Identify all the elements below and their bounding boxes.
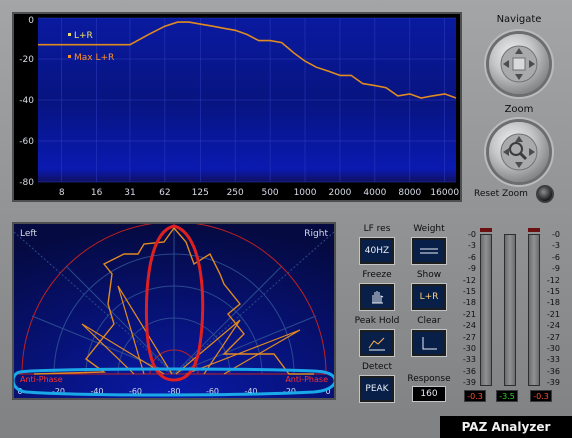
- spectrum-y-tick-label: -20: [19, 55, 34, 65]
- center-level-meter: [504, 234, 516, 386]
- spectrum-x-tick-label: 31: [124, 188, 135, 198]
- spectrum-x-tick-label: 16: [91, 188, 103, 198]
- spectrum-y-tick-label: 0: [28, 16, 34, 26]
- move-arrows-icon: [500, 45, 538, 83]
- phase-display[interactable]: Left Right Anti-Phase Anti-Phase 0 -20 -40…: [12, 222, 336, 400]
- meter-scale-tick: -0: [468, 230, 476, 239]
- lf-res-label: LF res: [363, 224, 391, 234]
- meters-panel: -0 -3 -6 -9 -12 -15 -18 -21 -24 -27 -30 -33 -36 -39 -…: [462, 222, 568, 408]
- zoom-label: Zoom: [504, 104, 534, 115]
- meter-scale-tick: -27: [462, 332, 476, 342]
- peak-hold-icon: [368, 337, 385, 351]
- show-label: Show: [416, 270, 442, 280]
- meter-scale-tick: -6: [552, 252, 560, 262]
- legend-max-lr-swatch: [68, 55, 71, 58]
- meter-scale-tick: -21: [462, 309, 476, 319]
- paz-analyzer-window: 0 -20 -40 -60 -80 8 16 31 62 125 250 500 1000 2000 40…: [0, 0, 572, 438]
- left-peak-readout: -0.3: [464, 390, 486, 402]
- spectrum-graph: 0 -20 -40 -60 -80 8 16 31 62 125 250 500 1000 2000 40…: [19, 16, 459, 198]
- spectrum-y-tick-label: -40: [19, 96, 34, 106]
- meter-scale-tick: -9: [468, 264, 476, 274]
- spectrum-x-tick-label: 16000: [430, 188, 459, 198]
- phase-right-label: Right: [304, 229, 328, 239]
- weight-button[interactable]: [412, 238, 446, 264]
- navigate-knob[interactable]: [489, 34, 549, 94]
- navigate-label: Navigate: [496, 14, 542, 25]
- right-peak-readout: -0.3: [530, 390, 552, 402]
- detect-label: Detect: [361, 362, 392, 372]
- spectrum-x-tick-label: 4000: [363, 188, 386, 198]
- legend-lr-swatch: [68, 33, 71, 36]
- meter-scale-tick: -24: [462, 321, 476, 331]
- reset-zoom-button[interactable]: [536, 185, 554, 203]
- spectrum-x-tick-label: 1000: [294, 188, 317, 198]
- clear-label: Clear: [417, 316, 441, 326]
- meter-scale-tick: -0: [552, 230, 560, 239]
- meter-scale-tick: -18: [546, 298, 560, 308]
- meter-scale-tick: -21: [546, 309, 560, 319]
- spectrum-x-tick-label: 500: [261, 188, 278, 198]
- meter-scale-tick: -3: [552, 241, 560, 251]
- spectrum-x-tick-label: 2000: [329, 188, 352, 198]
- freeze-button[interactable]: [360, 284, 394, 310]
- legend-max-lr-label: Max L+R: [74, 53, 114, 63]
- center-peak-readout: -3.5: [496, 390, 518, 402]
- clear-icon: [422, 337, 437, 350]
- spectrum-x-tick-label: 8: [59, 188, 65, 198]
- meter-scale-tick: -39: [462, 378, 476, 388]
- phase-graph: Left Right Anti-Phase Anti-Phase 0 -20 -40…: [14, 224, 334, 398]
- lf-res-button[interactable]: 40HZ: [360, 238, 394, 264]
- spectrum-x-tick-label: 8000: [398, 188, 421, 198]
- zoom-knob[interactable]: [489, 122, 549, 182]
- anti-phase-left-label: Anti-Phase: [20, 375, 63, 384]
- spectrum-x-tick-label: 250: [227, 188, 244, 198]
- freeze-label: Freeze: [362, 270, 392, 280]
- response-field[interactable]: 160: [412, 386, 446, 402]
- meter-scale-tick: -24: [546, 321, 560, 331]
- left-clip-indicator: [480, 228, 492, 232]
- detect-button[interactable]: PEAK: [360, 376, 394, 402]
- weight-label: Weight: [413, 224, 445, 234]
- double-line-icon: [420, 248, 438, 254]
- hand-icon: [372, 291, 384, 304]
- reset-zoom-label: Reset Zoom: [474, 189, 528, 199]
- right-clip-indicator: [528, 228, 540, 232]
- phase-left-label: Left: [20, 229, 37, 239]
- product-name: PAZ Analyzer: [440, 416, 572, 438]
- navigation-section: Navigate Zoom Reset Zoom: [470, 4, 568, 204]
- magnifier-icon: [500, 133, 538, 171]
- peak-hold-button[interactable]: [360, 330, 394, 356]
- meter-scale-tick: -30: [546, 344, 560, 353]
- meter-scale-tick: -12: [546, 275, 560, 285]
- meter-scale-tick: -27: [546, 332, 560, 342]
- spectrum-x-tick-label: 125: [192, 188, 209, 198]
- meter-scale-tick: -33: [546, 355, 560, 365]
- meter-scale-tick: -15: [546, 287, 560, 296]
- meter-scale-tick: -9: [552, 264, 560, 274]
- meter-scale-tick: -15: [462, 287, 476, 296]
- response-label: Response: [407, 374, 451, 384]
- meter-scale-tick: -36: [546, 366, 560, 376]
- meter-scale-tick: -39: [546, 378, 560, 388]
- anti-phase-right-label: Anti-Phase: [285, 375, 328, 384]
- meter-scale-tick: -12: [462, 275, 476, 285]
- left-level-meter: [480, 234, 492, 386]
- right-level-meter: [528, 234, 540, 386]
- show-button[interactable]: L+R: [412, 284, 446, 310]
- clear-button[interactable]: [412, 330, 446, 356]
- spectrum-y-tick-label: -60: [19, 137, 34, 147]
- meter-scale-tick: -3: [468, 241, 476, 251]
- meter-scale-tick: -6: [468, 252, 476, 262]
- legend-lr-label: L+R: [74, 31, 93, 41]
- spectrum-y-tick-label: -80: [19, 178, 34, 188]
- meter-scale-tick: -18: [462, 298, 476, 308]
- meter-scale-tick: -30: [462, 344, 476, 353]
- meter-scale-tick: -33: [462, 355, 476, 365]
- peak-hold-label: Peak Hold: [354, 316, 400, 326]
- controls-panel: LF res 40HZ Weight Freeze Show L+R Peak …: [346, 214, 460, 410]
- spectrum-x-tick-label: 62: [159, 188, 170, 198]
- spectrum-display[interactable]: 0 -20 -40 -60 -80 8 16 31 62 125 250 500 1000 2000 40…: [12, 12, 462, 202]
- meter-scale-tick: -36: [462, 366, 476, 376]
